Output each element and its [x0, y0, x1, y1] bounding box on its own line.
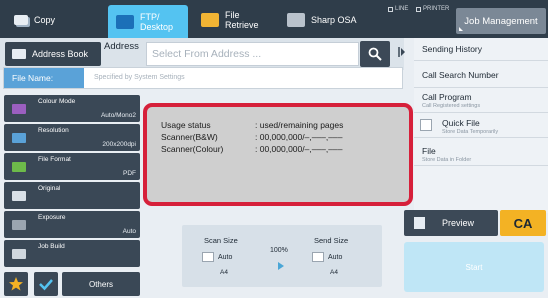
original-label: Original — [38, 185, 61, 192]
usage-status-value: : used/remaining pages — [255, 120, 344, 130]
printer-indicator: PRINTER — [416, 6, 449, 12]
scanner-colour-label: Scanner(Colour) — [161, 144, 224, 154]
quick-file-sublabel: Store Data Temporarily — [442, 129, 499, 135]
tab-sharp-osa[interactable]: Sharp OSA — [287, 7, 377, 33]
ca-button[interactable]: CA — [500, 210, 546, 236]
corner-triangle-icon — [459, 27, 463, 31]
scan-size-value: Auto — [218, 254, 233, 261]
favorite-button[interactable] — [4, 272, 28, 296]
file-label: File — [422, 146, 436, 156]
preview-button[interactable]: Preview — [404, 210, 498, 236]
scanner-bw-value: : 00,000,000/–,–––,––– — [255, 132, 343, 142]
preview-icon — [414, 217, 425, 229]
scan-size-icon — [202, 252, 214, 262]
exposure-value: Auto — [122, 228, 136, 235]
scanner-colour-value: : 00,000,000/–,–––,––– — [255, 144, 343, 154]
address-book-icon — [12, 49, 26, 59]
quick-file-checkbox[interactable] — [420, 119, 432, 131]
copy-icon — [14, 15, 28, 25]
quick-file-label: Quick File — [442, 118, 480, 128]
folder-icon — [201, 13, 219, 27]
checkmark-icon — [39, 279, 53, 291]
printer-indicator-label: PRINTER — [423, 6, 450, 12]
address-input[interactable]: Select From Address ... — [146, 42, 359, 66]
file-sublabel: Store Data in Folder — [422, 157, 472, 163]
address-label: Address — [104, 41, 139, 52]
others-button[interactable]: Others — [62, 272, 140, 296]
tab-file-retrieve[interactable]: File Retrieve — [197, 7, 279, 33]
file-format-button[interactable]: File Format PDF — [4, 153, 140, 180]
tab-copy-label: Copy — [34, 15, 56, 25]
send-size-value: Auto — [328, 254, 343, 261]
exposure-button[interactable]: Exposure Auto — [4, 211, 140, 238]
panel-toggle-icon[interactable] — [398, 45, 406, 59]
file-name-label: File Name: — [4, 68, 84, 88]
colour-mode-icon — [12, 104, 26, 114]
start-button[interactable]: Start — [404, 242, 544, 292]
tab-file-label: File Retrieve — [225, 10, 259, 30]
search-button[interactable] — [360, 41, 390, 67]
scan-size-label: Scan Size — [204, 236, 238, 245]
colour-mode-label: Colour Mode — [38, 98, 76, 105]
colour-mode-button[interactable]: Colour Mode Auto/Mono2 — [4, 95, 140, 122]
call-program-item[interactable]: Call Program Call Registered settings — [414, 88, 548, 113]
address-book-button[interactable]: Address Book — [5, 42, 101, 66]
line-indicator-label: LINE — [395, 6, 409, 12]
sending-history-item[interactable]: Sending History — [414, 38, 548, 61]
quick-file-item[interactable]: Quick File Store Data Temporarily — [414, 113, 548, 138]
exposure-label: Exposure — [38, 214, 66, 221]
star-icon — [9, 277, 23, 291]
sending-history-label: Sending History — [422, 44, 483, 54]
address-book-label: Address Book — [32, 49, 89, 59]
file-item[interactable]: File Store Data in Folder — [414, 141, 548, 166]
tab-ftp-desktop[interactable]: FTP/Desktop — [108, 5, 188, 38]
arrow-right-icon — [278, 262, 284, 270]
original-button[interactable]: Original — [4, 182, 140, 209]
file-name-value: Specified by System Settings — [94, 74, 185, 81]
resolution-label: Resolution — [38, 127, 69, 134]
call-search-number-label: Call Search Number — [422, 70, 499, 80]
tab-file-label-line2: Retrieve — [225, 20, 259, 30]
job-build-label: Job Build — [38, 243, 65, 250]
send-size-paper: A4 — [330, 269, 338, 276]
file-format-value: PDF — [123, 170, 136, 177]
scanner-bw-label: Scanner(B&W) — [161, 132, 218, 142]
exposure-icon — [12, 220, 26, 230]
search-icon — [368, 47, 382, 61]
preview-label: Preview — [442, 218, 475, 228]
usage-status-label: Usage status — [161, 120, 211, 130]
tab-ftp-label-line2: Desktop — [140, 21, 174, 32]
file-format-label: File Format — [38, 156, 71, 163]
send-size-label: Send Size — [314, 236, 349, 245]
call-search-number-item[interactable]: Call Search Number — [414, 63, 548, 88]
line-indicator: LINE — [388, 6, 408, 12]
original-icon — [12, 191, 26, 201]
printer-indicator-icon — [416, 6, 421, 12]
tab-copy[interactable]: Copy — [14, 7, 94, 33]
resolution-button[interactable]: Resolution 200x200dpi — [4, 124, 140, 151]
job-build-button[interactable]: Job Build — [4, 240, 140, 267]
job-management-button[interactable]: Job Management — [456, 8, 546, 34]
check-button[interactable] — [34, 272, 58, 296]
call-program-label: Call Program — [422, 92, 472, 102]
scan-size-paper: A4 — [220, 269, 228, 276]
ratio-value: 100% — [270, 247, 288, 254]
resolution-value: 200x200dpi — [102, 141, 136, 148]
call-program-sublabel: Call Registered settings — [422, 103, 481, 109]
tab-osa-label: Sharp OSA — [311, 15, 357, 25]
send-size-icon — [312, 252, 324, 262]
tab-ftp-label: FTP/Desktop — [140, 12, 173, 32]
job-management-label: Job Management — [464, 15, 538, 27]
tab-ftp-label-line1: FTP/ — [140, 11, 160, 22]
sharp-osa-icon — [287, 13, 305, 27]
line-indicator-icon — [388, 6, 393, 12]
resolution-icon — [12, 133, 26, 143]
ftp-desktop-icon — [116, 14, 134, 29]
job-build-icon — [12, 249, 26, 259]
file-format-icon — [12, 162, 26, 172]
tab-file-label-line1: File — [225, 10, 240, 20]
usage-status-popup — [143, 103, 413, 206]
colour-mode-value: Auto/Mono2 — [100, 112, 136, 119]
